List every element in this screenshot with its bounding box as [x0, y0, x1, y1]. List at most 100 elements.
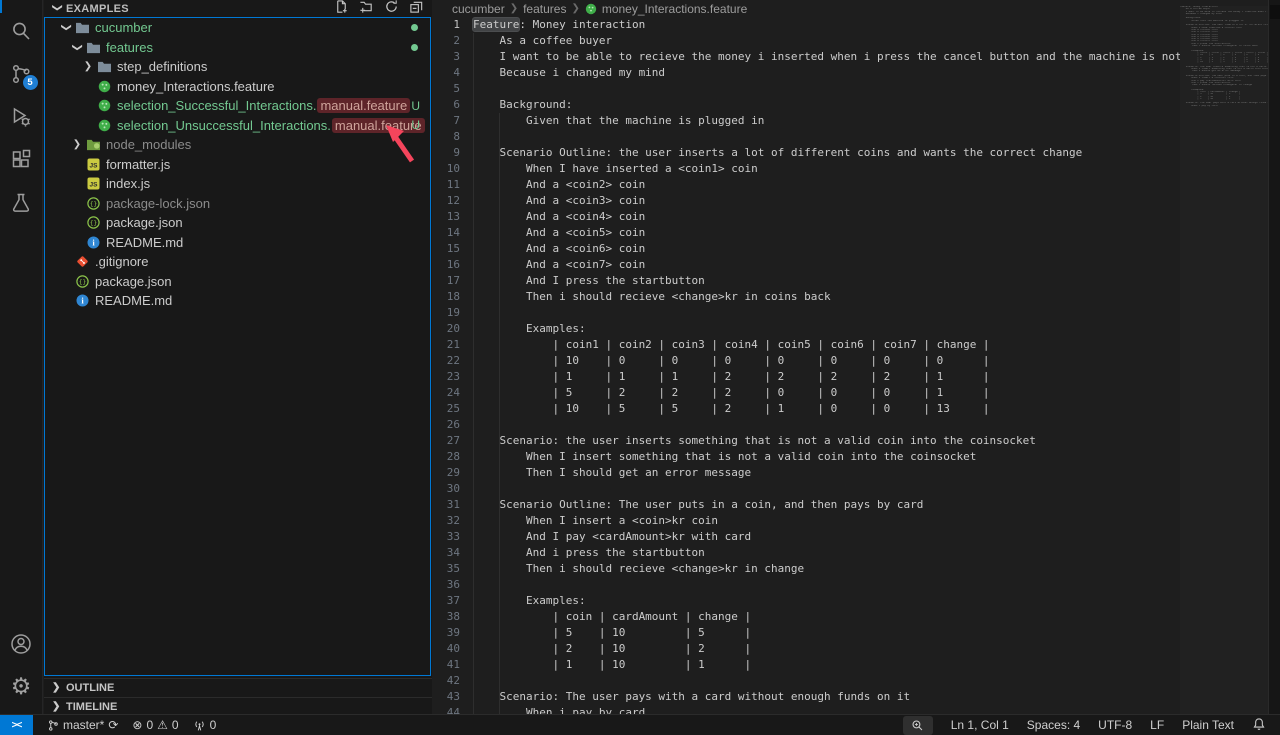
settings-gear-icon[interactable]: ⚙ [0, 665, 43, 708]
code-line[interactable]: 21 | coin1 | coin2 | coin3 | coin4 | coi… [432, 337, 1280, 353]
search-icon[interactable] [0, 9, 43, 52]
ports-item[interactable]: 0 [193, 718, 217, 732]
code-line[interactable]: 9 Scenario Outline: the user inserts a l… [432, 145, 1280, 161]
code-line[interactable]: 18 Then i should recieve <change>kr in c… [432, 289, 1280, 305]
tree-item[interactable]: {}package.json [45, 272, 430, 292]
line-number: 16 [432, 257, 460, 273]
tree-item[interactable]: selection_Successful_Interactions.manual… [45, 96, 430, 116]
language-mode[interactable]: Plain Text [1182, 718, 1234, 732]
code-line[interactable]: 5 [432, 81, 1280, 97]
refresh-icon[interactable] [384, 0, 399, 19]
code-line[interactable]: 23 | 1 | 1 | 1 | 2 | 2 | 2 | 2 | 1 | [432, 369, 1280, 385]
code-line[interactable]: 16 And a <coin7> coin [432, 257, 1280, 273]
code-line[interactable]: 29 Then I should get an error message [432, 465, 1280, 481]
tree-item[interactable]: .gitignore [45, 252, 430, 272]
scrollbar-thumb[interactable] [1270, 5, 1280, 19]
code-line[interactable]: 11 And a <coin2> coin [432, 177, 1280, 193]
code-line[interactable]: 40 | 2 | 10 | 2 | [432, 641, 1280, 657]
tree-item[interactable]: JSformatter.js [45, 155, 430, 175]
code-line[interactable]: 2 As a coffee buyer [432, 33, 1280, 49]
code-line[interactable]: 15 And a <coin6> coin [432, 241, 1280, 257]
outline-panel-header[interactable]: ❯ OUTLINE [44, 678, 432, 696]
extensions-icon[interactable] [0, 138, 43, 181]
git-untracked-badge: U [411, 99, 420, 113]
code-line[interactable]: 4 Because i changed my mind [432, 65, 1280, 81]
code-line[interactable]: 31 Scenario Outline: The user puts in a … [432, 497, 1280, 513]
breadcrumb-folder[interactable]: features [523, 2, 566, 16]
code-line[interactable]: 38 | coin | cardAmount | change | [432, 609, 1280, 625]
notifications-bell-icon[interactable] [1252, 717, 1266, 734]
sync-icon[interactable]: ⟳ [108, 718, 118, 732]
tree-item[interactable]: money_Interactions.feature [45, 77, 430, 97]
code-line[interactable]: 37 Examples: [432, 593, 1280, 609]
tree-item-label: cucumber [95, 20, 152, 35]
chevron-right-icon: ❯ [69, 139, 85, 150]
code-line[interactable]: 30 [432, 481, 1280, 497]
indentation[interactable]: Spaces: 4 [1027, 718, 1080, 732]
code-line[interactable]: 32 When I insert a <coin>kr coin [432, 513, 1280, 529]
eol-sequence[interactable]: LF [1150, 718, 1164, 732]
code-line[interactable]: 7 Given that the machine is plugged in [432, 113, 1280, 129]
code-line[interactable]: 42 [432, 673, 1280, 689]
collapse-all-icon[interactable] [409, 0, 424, 19]
problems-item[interactable]: ⊗ 0 ⚠ 0 [132, 718, 178, 732]
code-line[interactable]: 12 And a <coin3> coin [432, 193, 1280, 209]
code-line[interactable]: 1Feature: Money interaction [432, 17, 1280, 33]
code-line[interactable]: 17 And I press the startbutton [432, 273, 1280, 289]
code-line[interactable]: 19 [432, 305, 1280, 321]
code-line[interactable]: 34 And i press the startbutton [432, 545, 1280, 561]
code-line[interactable]: 39 | 5 | 10 | 5 | [432, 625, 1280, 641]
tree-item[interactable]: iREADME.md [45, 233, 430, 253]
tree-item[interactable]: ❯step_definitions [45, 57, 430, 77]
code-line[interactable]: 13 And a <coin4> coin [432, 209, 1280, 225]
tree-item[interactable]: ❯node_modules [45, 135, 430, 155]
code-line[interactable]: 8 [432, 129, 1280, 145]
breadcrumb-folder[interactable]: cucumber [452, 2, 505, 16]
tree-item[interactable]: {}package.json [45, 213, 430, 233]
run-and-debug-icon[interactable] [0, 95, 43, 138]
code-line[interactable]: 35 Then i should recieve <change>kr in c… [432, 561, 1280, 577]
tree-item[interactable]: selection_Unsuccessful_Interactions.manu… [45, 116, 430, 136]
remote-indicator[interactable]: >< [0, 715, 33, 735]
breadcrumb-file[interactable]: money_Interactions.feature [602, 2, 747, 16]
chevron-down-icon[interactable]: ❯ [52, 4, 63, 14]
testing-icon[interactable] [0, 181, 43, 224]
line-number: 7 [432, 113, 460, 129]
tree-item[interactable]: ❯ cucumber [45, 18, 430, 38]
cursor-position[interactable]: Ln 1, Col 1 [951, 718, 1009, 732]
timeline-panel-header[interactable]: ❯ TIMELINE [44, 697, 432, 715]
new-file-icon[interactable] [334, 0, 349, 19]
code-line[interactable]: 33 And I pay <cardAmount>kr with card [432, 529, 1280, 545]
git-branch-item[interactable]: master* ⟳ [47, 718, 118, 732]
tree-item[interactable]: JSindex.js [45, 174, 430, 194]
encoding[interactable]: UTF-8 [1098, 718, 1132, 732]
editor-scrollbar[interactable] [1268, 0, 1280, 714]
tree-item[interactable]: iREADME.md [45, 291, 430, 311]
tree-item[interactable]: ❯features [45, 38, 430, 58]
file-tree[interactable]: ❯cucumber❯features❯step_definitionsmoney… [44, 17, 431, 676]
code-line[interactable]: 41 | 1 | 10 | 1 | [432, 657, 1280, 673]
code-line[interactable]: 26 [432, 417, 1280, 433]
code-line[interactable]: 44 When i pay by card [432, 705, 1280, 714]
code-line[interactable]: 14 And a <coin5> coin [432, 225, 1280, 241]
code-line[interactable]: 3 I want to be able to recieve the money… [432, 49, 1280, 65]
tree-item-label: features [106, 40, 153, 55]
code-line[interactable]: 36 [432, 577, 1280, 593]
code-line[interactable]: 20 Examples: [432, 321, 1280, 337]
new-folder-icon[interactable] [359, 0, 374, 19]
tree-item[interactable]: {}package-lock.json [45, 194, 430, 214]
zoom-indicator[interactable] [903, 716, 933, 735]
code-line[interactable]: 27 Scenario: the user inserts something … [432, 433, 1280, 449]
chevron-down-icon: ❯ [61, 20, 72, 36]
code-line[interactable]: 43 Scenario: The user pays with a card w… [432, 689, 1280, 705]
code-line[interactable]: 24 | 5 | 2 | 2 | 2 | 0 | 0 | 0 | 1 | [432, 385, 1280, 401]
code-line[interactable]: 6 Background: [432, 97, 1280, 113]
accounts-icon[interactable] [0, 622, 43, 665]
code-line[interactable]: 28 When I insert something that is not a… [432, 449, 1280, 465]
minimap[interactable]: Feature: Money interaction As a coffee b… [1180, 6, 1268, 714]
code-line[interactable]: 25 | 10 | 5 | 5 | 2 | 1 | 0 | 0 | 13 | [432, 401, 1280, 417]
code-line[interactable]: 22 | 10 | 0 | 0 | 0 | 0 | 0 | 0 | 0 | [432, 353, 1280, 369]
source-control-icon[interactable]: 5 [0, 52, 43, 95]
code-area[interactable]: 1Feature: Money interaction2 As a coffee… [432, 17, 1280, 714]
code-line[interactable]: 10 When I have inserted a <coin1> coin [432, 161, 1280, 177]
